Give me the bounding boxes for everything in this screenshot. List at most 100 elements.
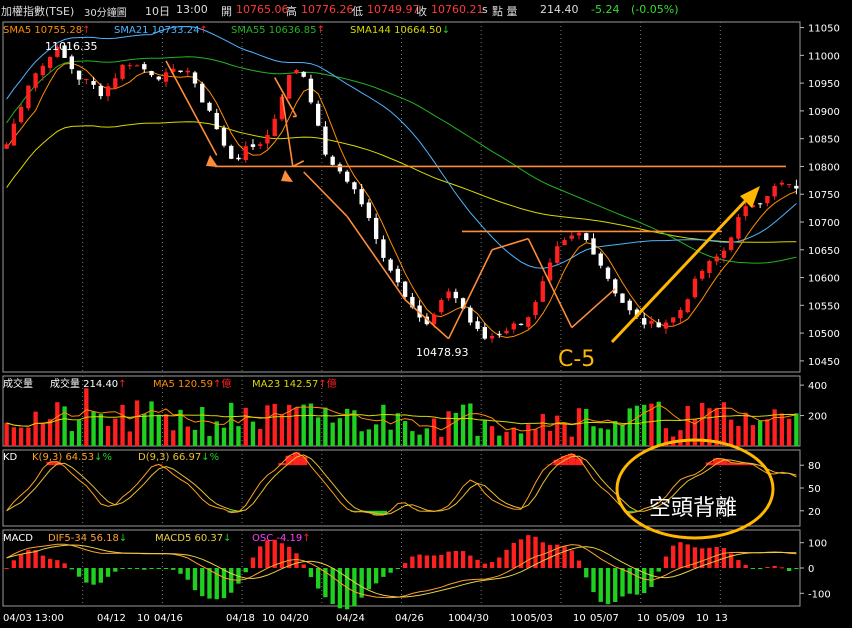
- candle-body: [540, 281, 545, 302]
- candle-body: [757, 203, 763, 205]
- osc-bar: [794, 568, 799, 570]
- trend-line: [303, 171, 348, 218]
- candle-body: [388, 259, 393, 271]
- x-tick-label: 10: [510, 613, 523, 624]
- volume-bar: [576, 408, 582, 446]
- volume-bar: [76, 420, 82, 446]
- macd-legend-dif: DIF5-34 56.18↓: [48, 533, 127, 544]
- osc-bar: [171, 568, 176, 570]
- osc-bar: [98, 568, 103, 583]
- candle-body: [468, 307, 473, 323]
- volume-bar: [207, 435, 212, 446]
- osc-bar: [591, 568, 596, 593]
- osc-bar: [120, 568, 125, 569]
- osc-bar: [634, 568, 640, 595]
- macd-y-tick-label: -100: [808, 589, 831, 600]
- osc-bar: [127, 568, 132, 569]
- volume-bar: [786, 418, 792, 446]
- osc-bar: [207, 568, 212, 599]
- volume-bar: [200, 407, 205, 446]
- osc-bar: [786, 568, 792, 572]
- candle-body: [98, 85, 103, 97]
- volume-bar: [258, 429, 263, 446]
- osc-bar: [395, 568, 401, 569]
- candle-body: [4, 144, 9, 149]
- volume-bar: [373, 424, 379, 446]
- legend-arrow: ↓: [119, 533, 127, 544]
- osc-bar: [663, 556, 669, 568]
- candle-body: [243, 146, 248, 160]
- osc-bar: [526, 535, 531, 568]
- volume-bar: [185, 426, 190, 446]
- volume-bar: [221, 427, 227, 446]
- osc-bar: [431, 555, 437, 568]
- volume-bar: [301, 404, 306, 446]
- volume-bar: [511, 427, 516, 446]
- candle-body: [323, 126, 328, 155]
- osc-bar: [40, 555, 46, 568]
- volume-bar: [642, 404, 647, 446]
- osc-bar: [743, 565, 748, 568]
- x-tick-label: 04/30: [460, 613, 489, 624]
- candle-body: [728, 237, 734, 250]
- volume-bar: [598, 428, 603, 446]
- volume-bar: [497, 435, 502, 446]
- price-y-tick-label: 10800: [808, 162, 840, 173]
- volume-bar: [40, 422, 46, 446]
- candle-body: [229, 145, 234, 159]
- candle-body: [142, 64, 147, 70]
- volume-bar: [272, 403, 277, 446]
- candle-body: [156, 76, 161, 80]
- low-point-label: 10478.93: [416, 346, 469, 359]
- osc-bar: [678, 542, 683, 568]
- osc-bar: [301, 564, 306, 568]
- volume-bar: [395, 413, 401, 446]
- candle-body: [381, 239, 386, 258]
- legend-arrow: ↑: [199, 25, 207, 36]
- candle-body: [475, 321, 480, 329]
- candle-body: [113, 78, 118, 89]
- candle-body: [765, 196, 770, 204]
- candle-body: [584, 233, 589, 241]
- osc-bar: [366, 568, 372, 590]
- osc-bar: [620, 568, 625, 597]
- osc-bar: [185, 568, 190, 580]
- volume-bar: [489, 426, 495, 446]
- volume-y-tick-label: 200: [808, 412, 827, 423]
- candle-body: [26, 85, 31, 109]
- volume-bar: [243, 407, 248, 446]
- osc-bar: [178, 568, 183, 574]
- volume-bar: [439, 436, 444, 446]
- candle-body: [337, 164, 343, 172]
- volume-bar: [656, 401, 661, 446]
- candle-body: [344, 171, 350, 182]
- candle-body: [591, 238, 596, 255]
- macd-legend-osc: OSC -4.19↑: [252, 533, 311, 544]
- volume-bar: [417, 434, 422, 446]
- volume-bar: [453, 412, 459, 446]
- legend-arrow: ↑: [316, 25, 324, 36]
- candle-body: [605, 267, 611, 279]
- volume-bar: [33, 411, 38, 446]
- candle-body: [613, 279, 618, 294]
- candle-body: [11, 123, 17, 146]
- volume-bar: [69, 431, 75, 446]
- volume-bar: [279, 414, 285, 446]
- arrow-head: [206, 155, 218, 167]
- legend-arrow: ↓%: [201, 452, 219, 463]
- volume-bar: [265, 405, 270, 446]
- kd-y-tick-label: 80: [808, 461, 821, 472]
- volume-bar: [634, 405, 640, 446]
- kd-overbought-fill: [300, 456, 308, 466]
- volume-bar: [518, 433, 524, 446]
- legend-sma5: SMA5 10755.28↑: [3, 25, 90, 36]
- candle-body: [620, 293, 625, 303]
- osc-bar: [156, 568, 161, 569]
- osc-bar: [613, 568, 618, 602]
- osc-bar: [62, 563, 67, 568]
- candle-body: [526, 317, 531, 327]
- volume-bar: [381, 404, 386, 446]
- volume-bar: [366, 429, 372, 446]
- osc-bar: [200, 568, 205, 597]
- osc-bar: [105, 568, 111, 577]
